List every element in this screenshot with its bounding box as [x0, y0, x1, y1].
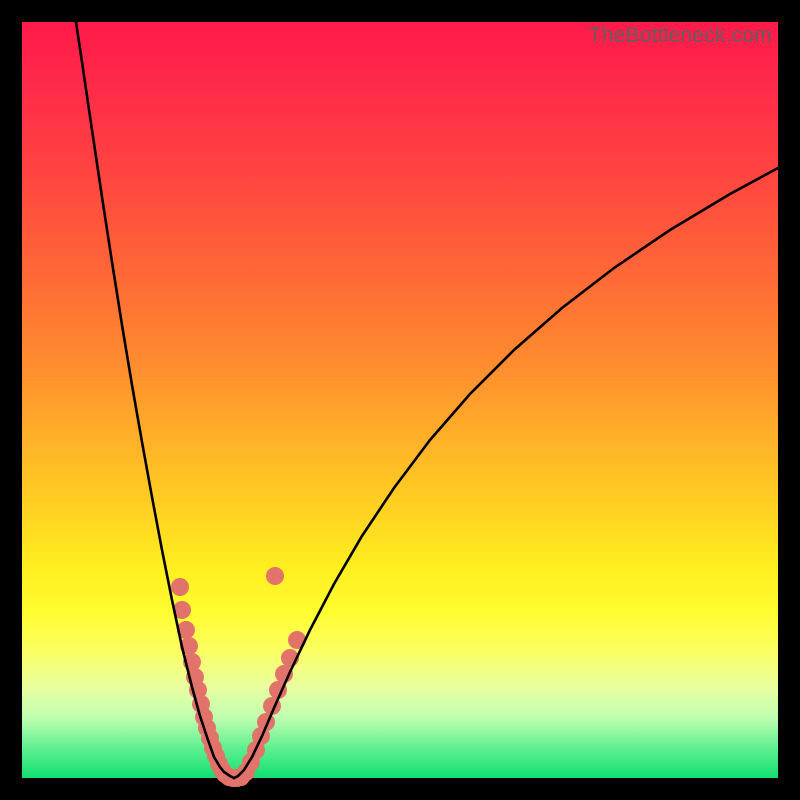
marker-dot: [266, 567, 284, 585]
chart-frame: TheBottleneck.com: [22, 22, 778, 778]
curve-right-branch: [234, 168, 778, 778]
curve-layer: [22, 22, 778, 778]
marker-dot: [171, 578, 189, 596]
marker-dots-group: [171, 567, 306, 787]
curve-left-branch: [76, 22, 234, 778]
watermark-label: TheBottleneck.com: [589, 24, 772, 48]
